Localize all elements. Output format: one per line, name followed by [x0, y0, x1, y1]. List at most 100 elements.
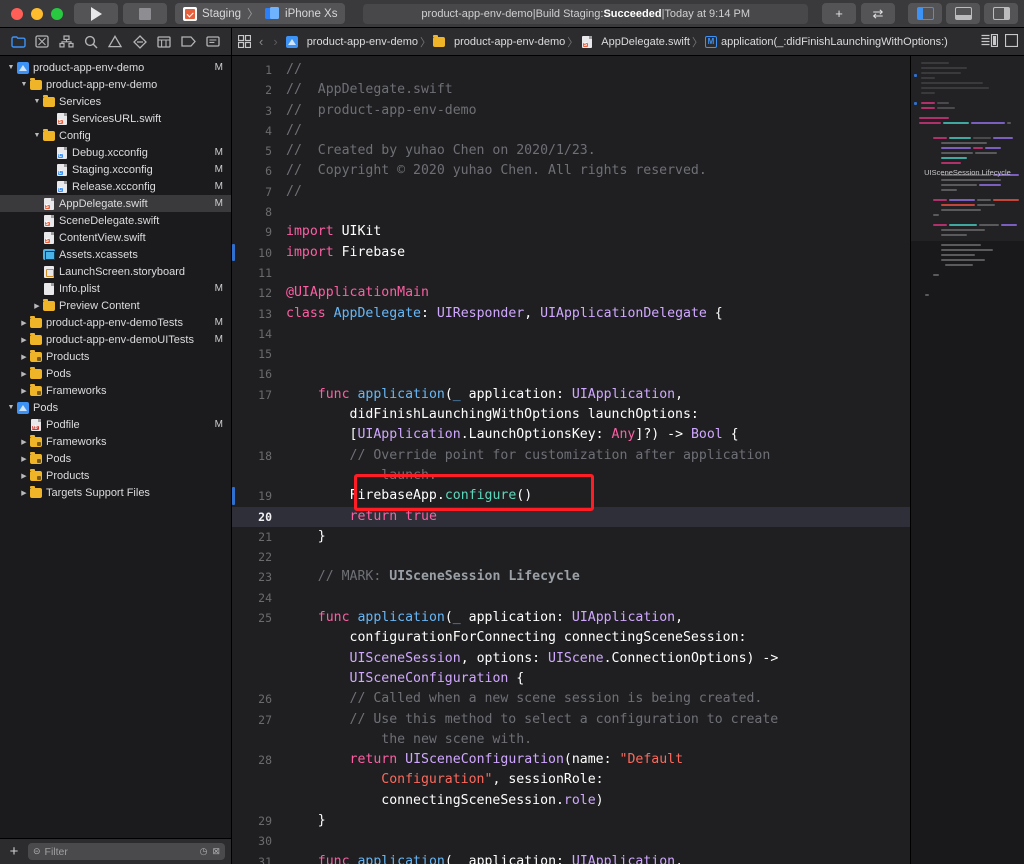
clock-icon[interactable]: ◷ [200, 846, 208, 857]
file-tree-row[interactable]: S ContentView.swift [0, 229, 231, 246]
line-number[interactable]: 11 [232, 263, 278, 283]
chevron-right-icon[interactable]: ▶ [19, 387, 29, 395]
chevron-down-icon[interactable]: ▼ [6, 404, 16, 411]
line-number[interactable]: 21 [232, 527, 278, 547]
chevron-down-icon[interactable]: ▼ [32, 98, 42, 105]
code-line[interactable]: launch. [286, 466, 906, 486]
line-number[interactable]: 20 [232, 507, 278, 527]
file-tree-row[interactable]: C Debug.xcconfig M [0, 144, 231, 161]
code-line[interactable]: [UIApplication.LaunchOptionsKey: Any]?) … [286, 425, 906, 445]
code-line[interactable]: // AppDelegate.swift [286, 80, 906, 100]
file-tree-row[interactable]: ▶ Products [0, 348, 231, 365]
line-number[interactable]: 15 [232, 344, 278, 364]
breadcrumb-item[interactable]: Mapplication(_:didFinishLaunchingWithOpt… [704, 35, 948, 48]
report-navigator-tab[interactable] [203, 33, 223, 51]
line-number[interactable]: 28 [232, 750, 278, 770]
code-line[interactable] [286, 263, 906, 283]
file-tree-row[interactable]: C Release.xcconfig M [0, 178, 231, 195]
related-items-icon[interactable] [238, 35, 251, 48]
editor-options-icon[interactable] [981, 33, 999, 50]
file-tree-row[interactable]: LaunchScreen.storyboard [0, 263, 231, 280]
chevron-right-icon[interactable]: ▶ [19, 319, 29, 327]
file-tree-row[interactable]: S AppDelegate.swift M [0, 195, 231, 212]
line-number[interactable]: 13 [232, 304, 278, 324]
change-indicator-bar[interactable] [232, 243, 235, 261]
symbol-navigator-tab[interactable] [57, 33, 77, 51]
code-line[interactable]: func application(_ application: UIApplic… [286, 385, 906, 405]
line-number[interactable] [232, 770, 278, 790]
chevron-right-icon[interactable]: ▶ [19, 336, 29, 344]
assistant-editor-icon[interactable] [1004, 33, 1019, 50]
code-text[interactable]: // // AppDelegate.swift // product-app-env… [278, 56, 910, 864]
code-line[interactable] [286, 588, 906, 608]
code-line[interactable]: the new scene with. [286, 730, 906, 750]
line-number[interactable]: 19 [232, 486, 278, 506]
code-line[interactable]: // MARK: UISceneSession Lifecycle [286, 567, 906, 587]
file-tree-row[interactable]: ▼ Services [0, 93, 231, 110]
code-line[interactable]: configurationForConnecting connectingSce… [286, 628, 906, 648]
code-line[interactable] [286, 324, 906, 344]
line-number[interactable]: 29 [232, 811, 278, 831]
code-line[interactable]: // Override point for customization afte… [286, 446, 906, 466]
code-line[interactable]: UISceneSession, options: UIScene.Connect… [286, 649, 906, 669]
code-line[interactable]: // Called when a new scene session is be… [286, 689, 906, 709]
code-line[interactable]: import UIKit [286, 222, 906, 242]
file-tree-row[interactable]: ▶ Frameworks [0, 433, 231, 450]
code-line[interactable] [286, 364, 906, 384]
debug-area-toggle-button[interactable] [946, 3, 980, 24]
code-line[interactable]: // Use this method to select a configura… [286, 710, 906, 730]
file-tree-row[interactable]: ▶ Products [0, 467, 231, 484]
code-line[interactable]: // Created by yuhao Chen on 2020/1/23. [286, 141, 906, 161]
file-tree-row[interactable]: ▼ Pods [0, 399, 231, 416]
project-file-tree[interactable]: ▼ product-app-env-demo M ▼ product-app-env-d… [0, 56, 231, 838]
code-line[interactable]: func application(_ application: UIApplic… [286, 608, 906, 628]
line-number[interactable]: 2 [232, 80, 278, 100]
code-line[interactable]: UISceneConfiguration { [286, 669, 906, 689]
breadcrumb-item[interactable]: product-app-env-demo [286, 35, 418, 48]
line-number[interactable]: 31 [232, 852, 278, 864]
code-line[interactable] [286, 202, 906, 222]
file-tree-row[interactable]: ▶ Pods [0, 450, 231, 467]
filter-input[interactable]: ⊝ Filter ◷ ⊠ [28, 843, 225, 860]
line-number[interactable]: 8 [232, 202, 278, 222]
code-line[interactable]: import Firebase [286, 243, 906, 263]
file-tree-row[interactable]: ▶ product-app-env-demoTests M [0, 314, 231, 331]
line-number[interactable]: 10 [232, 243, 278, 263]
code-minimap[interactable]: UISceneSession Lifecycle [910, 56, 1024, 864]
file-tree-row[interactable]: S SceneDelegate.swift [0, 212, 231, 229]
line-number-gutter[interactable]: 1 2 3 4 5 6 7 8 9 10 11 12 13 14 15 16 17 18 19 20 21 22 23 24 2… [232, 56, 278, 864]
file-tree-row[interactable]: ▶ Preview Content [0, 297, 231, 314]
chevron-right-icon[interactable]: ▶ [19, 455, 29, 463]
file-tree-row[interactable]: Info.plist M [0, 280, 231, 297]
line-number[interactable]: 16 [232, 364, 278, 384]
code-line[interactable]: return true [286, 507, 906, 527]
code-line[interactable]: FirebaseApp.configure() [286, 486, 906, 506]
line-number[interactable]: 1 [232, 60, 278, 80]
code-line[interactable]: } [286, 811, 906, 831]
line-number[interactable]: 26 [232, 689, 278, 709]
scheme-destination-selector[interactable]: Staging 〉 iPhone Xs [175, 3, 346, 24]
file-tree-row[interactable]: ▶ Targets Support Files [0, 484, 231, 501]
file-tree-row[interactable]: ▼ Config [0, 127, 231, 144]
file-tree-row[interactable]: rb Podfile M [0, 416, 231, 433]
go-back-button[interactable]: ‹ [257, 34, 265, 49]
line-number[interactable]: 18 [232, 446, 278, 466]
line-number[interactable]: 5 [232, 141, 278, 161]
line-number[interactable] [232, 405, 278, 425]
file-tree-row[interactable]: ▼ product-app-env-demo M [0, 59, 231, 76]
file-tree-row[interactable]: ▶ Frameworks [0, 382, 231, 399]
source-control-filter-icon[interactable]: ⊠ [212, 846, 220, 857]
line-number[interactable]: 22 [232, 547, 278, 567]
breadcrumb-item[interactable]: S AppDelegate.swift [580, 35, 690, 48]
source-control-navigator-tab[interactable] [32, 33, 52, 51]
chevron-right-icon[interactable]: ▶ [19, 438, 29, 446]
line-number[interactable]: 4 [232, 121, 278, 141]
find-navigator-tab[interactable] [81, 33, 101, 51]
code-line[interactable]: class AppDelegate: UIResponder, UIApplic… [286, 304, 906, 324]
minimize-window-button[interactable] [31, 7, 43, 20]
line-number[interactable] [232, 628, 278, 648]
add-editor-button[interactable]: + [822, 3, 856, 24]
line-number[interactable]: 7 [232, 182, 278, 202]
project-navigator-tab[interactable] [8, 33, 28, 51]
breadcrumb-item[interactable]: product-app-env-demo [433, 34, 565, 48]
